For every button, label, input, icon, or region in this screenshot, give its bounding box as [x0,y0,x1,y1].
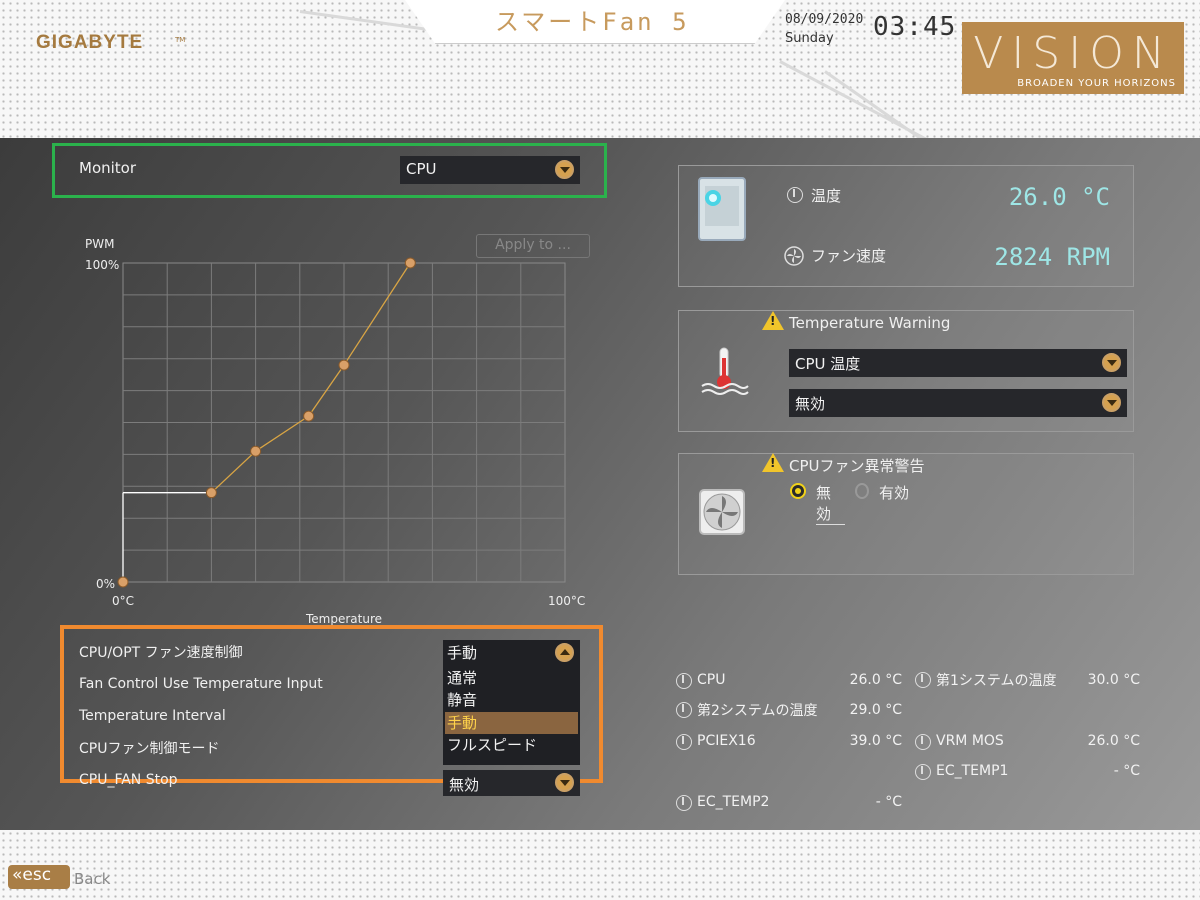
popup-option[interactable]: 静音 [445,689,578,711]
thermometer-icon [915,672,931,688]
thermometer-icon [676,702,692,718]
thermometer-icon [676,734,692,750]
radio-unselected-icon [855,483,869,499]
curve-point-handle[interactable] [117,576,129,588]
sensor-cpu-name: CPU [697,672,726,688]
thermometer-icon [787,187,803,203]
radio-off-label: 無効 [816,482,845,525]
setting-row-label[interactable]: Temperature Interval [79,708,226,724]
warning-value-dropdown[interactable]: 無効 [789,389,1127,417]
monitor-label: Monitor [79,159,137,177]
vision-logo: VISION BROADEN YOUR HORIZONS [962,22,1184,94]
fan-fail-radio-on[interactable]: 有効 [855,482,915,504]
header-decoration [824,70,941,138]
y-tick-max: 100% [85,258,119,272]
fan-icon [784,246,804,266]
curve-point-handle[interactable] [303,410,315,422]
sensor-ectemp1-name: EC_TEMP1 [936,763,1009,779]
fan-stop-dropdown[interactable]: 無効 [443,770,580,796]
popup-option-selected[interactable]: 手動 [445,712,578,734]
clock-display: 03:45 [873,12,957,42]
x-tick-max: 100°C [548,594,585,608]
popup-option[interactable]: フルスピード [445,734,578,756]
thermometer-icon [676,795,692,811]
chevron-up-icon[interactable] [555,643,574,662]
curve-point-handle[interactable] [338,359,350,371]
sensor-pciex16-value: 39.0 °C [849,733,902,749]
pc-case-icon [698,177,746,241]
esc-back-button[interactable]: «esc [8,865,70,889]
y-tick-min: 0% [96,577,115,591]
fan-fail-title: CPUファン異常警告 [789,457,925,475]
popup-option[interactable]: 通常 [445,667,578,689]
chevron-down-icon [555,160,574,179]
fan-fail-radio-off[interactable]: 無効 [790,482,845,525]
sensor-pciex16-name: PCIEX16 [697,733,756,749]
speed-control-popup: 手動 通常 静音 手動 フルスピード [443,640,580,765]
sensor-ectemp2-name: EC_TEMP2 [697,794,770,810]
curve-point-handle[interactable] [404,257,416,269]
temp-warning-title: Temperature Warning [789,314,951,332]
footer-bar [0,830,1200,900]
thermometer-icon [915,734,931,750]
sensor-sys1-name: 第1システムの温度 [936,673,1057,689]
chevron-down-icon [1102,353,1121,372]
x-axis-label: Temperature [305,612,382,626]
warning-source-value: CPU 温度 [795,355,861,373]
sensor-sys1-value: 30.0 °C [1087,672,1140,688]
setting-row-label[interactable]: CPU/OPT ファン速度制御 [79,642,243,662]
gigabyte-logo: GIGABYTE [36,32,144,53]
temp-value: 26.0 °C [1008,183,1110,211]
chart-grid [122,262,566,583]
monitor-dropdown-value: CPU [406,160,437,178]
header-bar: GIGABYTE TM スマートFan 5 08/09/2020 Sunday … [0,0,1200,138]
warning-icon: ! [762,311,784,330]
curve-point-handle[interactable] [205,487,217,499]
sensor-sys2-value: 29.0 °C [849,702,902,718]
warning-icon: ! [762,453,784,472]
y-axis-label: PWM [85,237,114,251]
fan-speed-value: 2824 RPM [994,243,1110,271]
chevron-down-icon [1102,393,1121,412]
monitor-dropdown[interactable]: CPU [400,156,580,184]
curve-segment [343,262,411,366]
sensor-ectemp1-value: - °C [1113,763,1140,779]
sensor-sys2-name: 第2システムの温度 [697,703,818,719]
date-display: 08/09/2020 [785,12,864,27]
case-fan-icon [699,489,745,535]
thermometer-icon [676,673,692,689]
warning-source-dropdown[interactable]: CPU 温度 [789,349,1127,377]
radio-on-label: 有効 [879,484,910,502]
page-title: スマートFan 5 [495,8,690,36]
curve-point-handle[interactable] [250,445,262,457]
chevron-down-icon [555,773,574,792]
setting-row-label[interactable]: CPUファン制御モード [79,738,219,758]
thermometer-icon [915,764,931,780]
setting-row-label[interactable]: CPU_FAN Stop [79,772,178,788]
thermometer-warning-icon [701,347,749,395]
fan-speed-label: ファン速度 [811,247,887,265]
esc-label: esc [22,865,52,885]
vision-tagline: BROADEN YOUR HORIZONS [1017,78,1176,89]
weekday-display: Sunday [785,31,834,46]
fan-curve-chart[interactable]: PWM 100% 0% 0°C 100°C Temperature [70,230,600,630]
logo-trademark: TM [175,36,186,44]
sensor-vrm-value: 26.0 °C [1087,733,1140,749]
fan-stop-value: 無効 [449,776,480,794]
warning-value: 無効 [795,395,826,413]
curve-segment [255,415,309,452]
setting-row-label[interactable]: Fan Control Use Temperature Input [79,676,323,692]
x-tick-min: 0°C [112,594,134,608]
radio-selected-icon [790,483,806,499]
header-decoration [779,60,940,138]
sensor-vrm-name: VRM MOS [936,733,1004,749]
back-label[interactable]: Back [74,870,110,888]
temp-label: 温度 [811,187,842,205]
vision-word: VISION [973,28,1173,79]
sensor-cpu-value: 26.0 °C [849,672,902,688]
double-chevron-left-icon: « [12,865,23,885]
sensor-ectemp2-value: - °C [875,794,902,810]
